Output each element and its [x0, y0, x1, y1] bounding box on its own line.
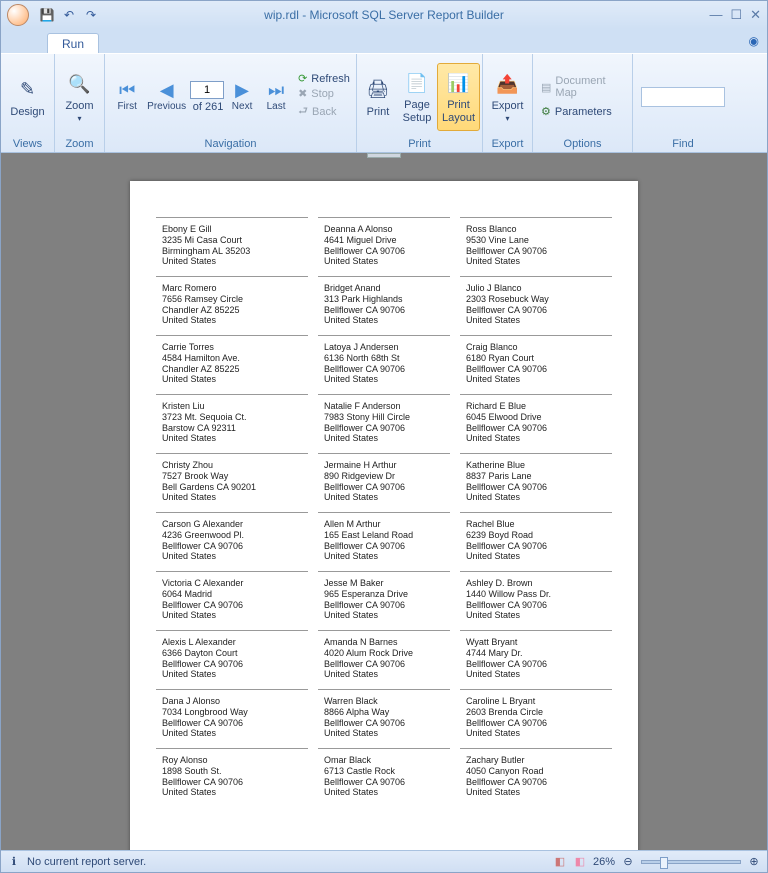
address-label: Zachary Butler4050 Canyon RoadBellflower… [460, 748, 612, 807]
stop-button[interactable]: ✖Stop [298, 87, 334, 100]
ribbon-tabs: Run ◉ [1, 29, 767, 53]
zoom-slider[interactable] [641, 860, 741, 864]
help-icon[interactable]: ◉ [749, 34, 759, 48]
address-label: Dana J Alonso7034 Longbrood WayBellflowe… [156, 689, 308, 748]
zoom-icon: 🔍 [66, 70, 94, 98]
group-options-label: Options [537, 136, 628, 151]
refresh-icon: ⟳ [298, 72, 307, 85]
window-title: wip.rdl - Microsoft SQL Server Report Bu… [264, 8, 504, 22]
zoom-button[interactable]: 🔍 Zoom ▾ [58, 63, 102, 131]
address-label: Rachel Blue6239 Boyd RoadBellflower CA 9… [460, 512, 612, 571]
status-bar: ℹ No current report server. ◧ ◧ 26% ⊖ ⊕ [1, 850, 767, 872]
save-icon[interactable]: 💾 [39, 7, 55, 23]
address-label: Ross Blanco9530 Vine LaneBellflower CA 9… [460, 217, 612, 276]
print-layout-button[interactable]: 📊Print Layout [437, 63, 480, 131]
tab-run[interactable]: Run [47, 33, 99, 53]
app-window: 💾 ↶ ↷ wip.rdl - Microsoft SQL Server Rep… [0, 0, 768, 873]
page-setup-icon: 📄 [403, 69, 431, 97]
address-label: Carrie Torres4584 Hamilton Ave.Chandler … [156, 335, 308, 394]
status-icon-1[interactable]: ◧ [553, 855, 567, 869]
report-page: Ebony E Gill3235 Mi Casa CourtBirmingham… [130, 181, 638, 850]
minimize-button[interactable]: — [709, 7, 722, 23]
address-label: Carson G Alexander4236 Greenwood Pl.Bell… [156, 512, 308, 571]
address-label: Jesse M Baker965 Esperanza DriveBellflow… [318, 571, 450, 630]
report-workspace[interactable]: Ebony E Gill3235 Mi Casa CourtBirmingham… [1, 153, 767, 850]
titlebar: 💾 ↶ ↷ wip.rdl - Microsoft SQL Server Rep… [1, 1, 767, 29]
address-label: Bridget Anand313 Park HighlandsBellflowe… [318, 276, 450, 335]
address-label: Richard E Blue6045 Elwood DriveBellflowe… [460, 394, 612, 453]
address-label: Deanna A Alonso4641 Miguel DriveBellflow… [318, 217, 450, 276]
find-input[interactable] [641, 87, 725, 107]
group-find-label: Find [637, 136, 729, 151]
address-label: Roy Alonso1898 South St.Bellflower CA 90… [156, 748, 308, 807]
group-views-label: Views [5, 136, 50, 151]
print-button[interactable]: 🖨Print [359, 63, 397, 131]
refresh-button[interactable]: ⟳Refresh [298, 72, 350, 85]
design-button[interactable]: ✎ Design [5, 63, 49, 131]
address-label: Victoria C Alexander6064 MadridBellflowe… [156, 571, 308, 630]
print-layout-icon: 📊 [445, 69, 473, 97]
export-button[interactable]: 📤Export▾ [486, 63, 530, 131]
undo-icon[interactable]: ↶ [61, 7, 77, 23]
redo-icon[interactable]: ↷ [83, 7, 99, 23]
address-label: Amanda N Barnes4020 Alum Rock DriveBellf… [318, 630, 450, 689]
group-zoom-label: Zoom [59, 136, 100, 151]
address-label: Alexis L Alexander6366 Dayton CourtBellf… [156, 630, 308, 689]
address-label: Julio J Blanco2303 Rosebuck WayBellflowe… [460, 276, 612, 335]
document-map-icon: ▤ [541, 81, 551, 94]
address-label: Katherine Blue8837 Paris LaneBellflower … [460, 453, 612, 512]
back-icon: ⮐ [298, 102, 308, 121]
zoom-percent: 26% [593, 856, 615, 868]
page-count-label: of 261 [193, 101, 224, 113]
page-number-input[interactable] [190, 81, 224, 99]
last-page-button[interactable]: ⏭Last [260, 79, 292, 114]
splitter-handle[interactable] [367, 153, 401, 158]
address-label: Caroline L Bryant2603 Brenda CircleBellf… [460, 689, 612, 748]
stop-icon: ✖ [298, 87, 307, 100]
address-label: Omar Black6713 Castle RockBellflower CA … [318, 748, 450, 807]
print-icon: 🖨 [364, 76, 392, 104]
first-page-button[interactable]: ⏮First [111, 79, 143, 114]
group-export-label: Export [487, 136, 528, 151]
export-icon: 📤 [494, 70, 522, 98]
previous-page-button[interactable]: ◀Previous [145, 79, 188, 114]
address-label: Natalie F Anderson7983 Stony Hill Circle… [318, 394, 450, 453]
address-label: Allen M Arthur165 East Leland RoadBellfl… [318, 512, 450, 571]
group-print-label: Print [361, 136, 478, 151]
status-info-icon: ℹ [7, 855, 21, 869]
next-page-button[interactable]: ▶Next [226, 79, 258, 114]
back-button[interactable]: ⮐Back [298, 102, 336, 121]
address-label: Jermaine H Arthur890 Ridgeview DrBellflo… [318, 453, 450, 512]
address-label: Warren Black8866 Alpha WayBellflower CA … [318, 689, 450, 748]
parameters-button[interactable]: ⚙Parameters [537, 103, 616, 120]
address-label: Craig Blanco6180 Ryan CourtBellflower CA… [460, 335, 612, 394]
app-menu-button[interactable] [1, 1, 35, 29]
close-button[interactable]: ✕ [750, 7, 761, 23]
zoom-in-button[interactable]: ⊕ [747, 855, 761, 869]
document-map-button[interactable]: ▤Document Map [537, 73, 628, 101]
maximize-button[interactable]: ☐ [730, 7, 742, 23]
address-label: Ebony E Gill3235 Mi Casa CourtBirmingham… [156, 217, 308, 276]
zoom-out-button[interactable]: ⊖ [621, 855, 635, 869]
ribbon: ✎ Design Views 🔍 Zoom ▾ Zoom ⏮First ◀Pre… [1, 53, 767, 153]
address-label: Marc Romero7656 Ramsey CircleChandler AZ… [156, 276, 308, 335]
design-icon: ✎ [14, 76, 42, 104]
status-text: No current report server. [27, 856, 146, 868]
status-icon-2[interactable]: ◧ [573, 855, 587, 869]
address-label: Christy Zhou7527 Brook WayBell Gardens C… [156, 453, 308, 512]
page-setup-button[interactable]: 📄Page Setup [397, 63, 437, 131]
group-navigation-label: Navigation [109, 136, 352, 151]
address-label: Kristen Liu3723 Mt. Sequoia Ct.Barstow C… [156, 394, 308, 453]
address-label: Wyatt Bryant4744 Mary Dr.Bellflower CA 9… [460, 630, 612, 689]
parameters-icon: ⚙ [541, 105, 551, 118]
address-label: Latoya J Andersen6136 North 68th StBellf… [318, 335, 450, 394]
address-label: Ashley D. Brown1440 Willow Pass Dr.Bellf… [460, 571, 612, 630]
